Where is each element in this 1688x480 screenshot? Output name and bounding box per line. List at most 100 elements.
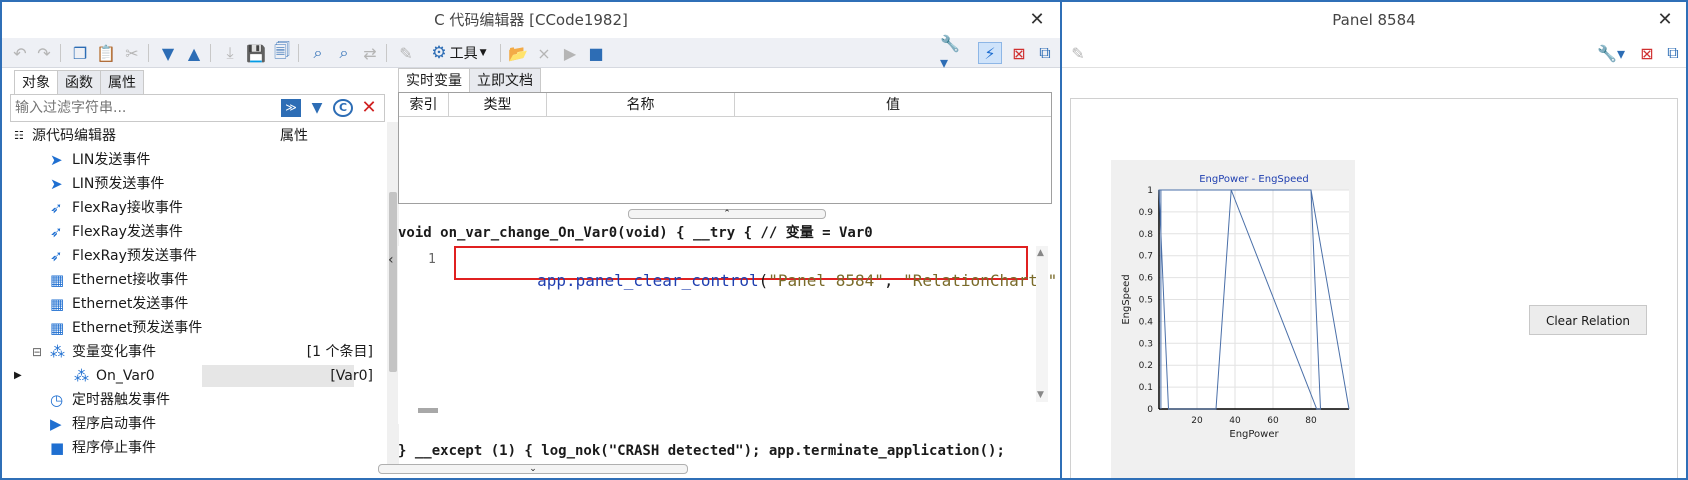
- code-arg1: "Panel 8584": [768, 271, 884, 290]
- bottom-splitter[interactable]: ⌄: [378, 464, 688, 474]
- filter-input[interactable]: [15, 98, 277, 118]
- column-header-value[interactable]: 值: [735, 93, 1051, 116]
- tree-item-label: Ethernet接收事件: [72, 272, 189, 288]
- tree-item[interactable]: ➶ FlexRay预发送事件: [10, 244, 385, 268]
- tree-item[interactable]: ■ 程序停止事件: [10, 436, 385, 460]
- run-icon[interactable]: ▶: [560, 42, 580, 64]
- collapse-icon[interactable]: ⊟: [32, 340, 42, 364]
- tab-live-variables[interactable]: 实时变量: [398, 68, 470, 92]
- current-row-icon: ▶: [14, 370, 22, 381]
- popout-icon[interactable]: ⧉: [1662, 42, 1684, 64]
- edit-icon[interactable]: ✎: [1068, 42, 1088, 64]
- open-folder-icon[interactable]: 📂: [508, 42, 528, 64]
- y-tick-label: 0.2: [1139, 361, 1153, 371]
- tree-item[interactable]: ▶ 程序启动事件: [10, 412, 385, 436]
- column-header-index[interactable]: 索引: [399, 93, 449, 116]
- x-tick-label: 60: [1267, 416, 1279, 426]
- tree-item[interactable]: ➶ FlexRay接收事件: [10, 196, 385, 220]
- tree-item[interactable]: ⊟ ⁂ 变量变化事件 [1 个条目]: [10, 340, 385, 364]
- clear-icon[interactable]: ⨯: [534, 42, 554, 64]
- flexray-icon: ➶: [50, 199, 63, 217]
- splitter-arrow-icon[interactable]: ‹: [388, 252, 394, 268]
- move-down-icon[interactable]: ▼: [158, 42, 178, 64]
- column-header-type[interactable]: 类型: [449, 93, 547, 116]
- cut-icon[interactable]: ✂: [122, 42, 142, 64]
- code-editor[interactable]: 1 app.panel_clear_control("Panel 8584", …: [398, 246, 1060, 424]
- y-tick-label: 0.4: [1139, 317, 1154, 327]
- tree-scrollbar-thumb[interactable]: [389, 192, 397, 372]
- flexray-icon: ➶: [50, 247, 63, 265]
- close-panel-icon[interactable]: ⊠: [1008, 42, 1030, 64]
- relation-chart[interactable]: 0 0.1 0.2 0.3 0.4 0.5 0.6 0.7 0.8 0.9 1 20 40 60 80 Eng…: [1111, 160, 1355, 478]
- tree-item-label: LIN预发送事件: [72, 176, 165, 192]
- tree-header: ☷ 源代码编辑器 属性: [10, 124, 385, 148]
- tab-immediate-doc[interactable]: 立即文档: [469, 68, 541, 92]
- tab-functions[interactable]: 函数: [57, 70, 101, 94]
- wrench-icon[interactable]: 🔧▾: [1596, 42, 1626, 64]
- redo-icon[interactable]: ↷: [34, 42, 54, 64]
- clear-filter-icon[interactable]: ✕: [359, 98, 379, 118]
- tree-item-value: [1 个条目]: [306, 344, 373, 360]
- code-scrollbar[interactable]: ▲ ▼: [1036, 246, 1048, 402]
- tab-properties[interactable]: 属性: [100, 70, 144, 94]
- tree-item[interactable]: ➶ FlexRay发送事件: [10, 220, 385, 244]
- table-splitter[interactable]: ⌃: [628, 209, 826, 219]
- expand-all-icon[interactable]: ☷: [14, 124, 24, 148]
- tree-item-value: [Var0]: [330, 368, 373, 384]
- y-tick-label: 0.8: [1139, 230, 1154, 240]
- tree-item-label: On_Var0: [96, 368, 155, 384]
- close-button[interactable]: ✕: [1022, 2, 1052, 38]
- tree-item[interactable]: ◷ 定时器触发事件: [10, 388, 385, 412]
- clear-relation-button[interactable]: Clear Relation: [1529, 305, 1647, 335]
- edit-icon[interactable]: ✎: [396, 42, 416, 64]
- column-header-name[interactable]: 名称: [547, 93, 735, 116]
- panel-title: Panel 8584: [1062, 2, 1686, 38]
- y-axis-label: EngSpeed: [1121, 274, 1132, 324]
- popout-icon[interactable]: ⧉: [1034, 42, 1056, 64]
- tools-label: 工具: [449, 46, 478, 62]
- lightning-icon[interactable]: ⚡: [978, 42, 1002, 64]
- filter-icon[interactable]: ▼: [307, 99, 327, 117]
- tree-item-label: FlexRay发送事件: [72, 224, 183, 240]
- paste-icon[interactable]: 📋: [96, 42, 116, 64]
- copy-icon[interactable]: ❐: [70, 42, 90, 64]
- x-tick-label: 40: [1229, 416, 1241, 426]
- code-pane: 实时变量 立即文档 索引 类型 名称 值 ⌃ void on_var_chang…: [398, 68, 1060, 472]
- tree-item-label: Ethernet预发送事件: [72, 320, 203, 336]
- tab-objects[interactable]: 对象: [14, 70, 58, 94]
- code-comma: ,: [883, 271, 904, 290]
- script-icon[interactable]: ≫: [281, 99, 301, 117]
- tree-item[interactable]: ▦ Ethernet接收事件: [10, 268, 385, 292]
- save-icon[interactable]: 💾: [246, 42, 266, 64]
- tree-item[interactable]: ▦ Ethernet发送事件: [10, 292, 385, 316]
- undo-icon[interactable]: ↶: [10, 42, 30, 64]
- search-icon[interactable]: ⌕: [308, 42, 328, 64]
- find-replace-icon[interactable]: ⌕: [334, 42, 354, 64]
- scroll-up-icon[interactable]: ▲: [1037, 248, 1044, 258]
- stop-icon: ■: [50, 439, 65, 457]
- close-panel-icon[interactable]: ⊠: [1636, 42, 1658, 64]
- c-icon[interactable]: C: [333, 99, 353, 117]
- code-line[interactable]: app.panel_clear_control("Panel 8584", "R…: [460, 252, 1060, 309]
- stop-icon[interactable]: ■: [586, 42, 606, 64]
- x-axis-label: EngPower: [1229, 429, 1279, 440]
- tree-item[interactable]: ➤ LIN发送事件: [10, 148, 385, 172]
- line-number: 1: [428, 252, 436, 267]
- tools-menu[interactable]: ⚙ 工具 ▼: [424, 42, 494, 64]
- object-tree: ➤ LIN发送事件 ➤ LIN预发送事件 ➶ FlexRay接收事件 ➶ FlexRay发送事…: [10, 148, 385, 472]
- code-header: void on_var_change_On_Var0(void) { __try…: [398, 225, 873, 241]
- code-hscrollbar[interactable]: [418, 408, 438, 413]
- move-up-icon[interactable]: ▲: [184, 42, 204, 64]
- code-arg2: "RelationChart0": [903, 271, 1058, 290]
- wrench-icon[interactable]: 🔧▾: [940, 34, 966, 72]
- replace-icon[interactable]: ⇄: [360, 42, 380, 64]
- tree-item[interactable]: ➤ LIN预发送事件: [10, 172, 385, 196]
- import-icon[interactable]: ⤓: [220, 42, 240, 64]
- x-tick-label: 80: [1305, 416, 1317, 426]
- panel-close-button[interactable]: ✕: [1650, 2, 1680, 38]
- variable-icon: ⁂: [50, 343, 65, 361]
- tree-item[interactable]: ▶ ⁂ On_Var0 [Var0]: [10, 364, 385, 388]
- scroll-down-icon[interactable]: ▼: [1037, 390, 1044, 400]
- tree-item[interactable]: ▦ Ethernet预发送事件: [10, 316, 385, 340]
- save-all-icon[interactable]: 🗐: [272, 41, 292, 64]
